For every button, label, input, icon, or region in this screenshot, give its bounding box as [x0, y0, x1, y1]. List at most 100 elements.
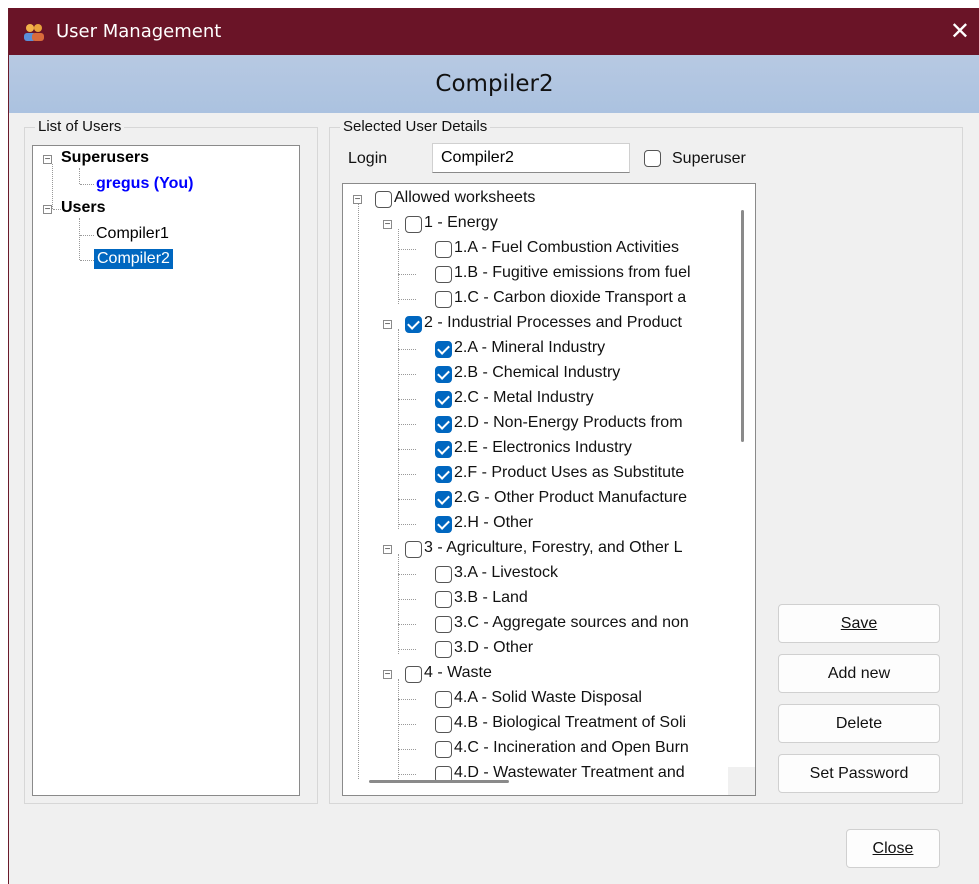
worksheet-item-2-8-checkbox[interactable]: [435, 516, 452, 533]
worksheet-group-2-collapse-icon[interactable]: −: [383, 320, 392, 330]
worksheet-item-2-5-checkbox[interactable]: [435, 441, 452, 458]
scroll-corner: [728, 767, 755, 795]
user-item-compiler2[interactable]: Compiler2: [94, 249, 173, 269]
worksheet-item-3-4-checkbox[interactable]: [435, 641, 452, 658]
tree-connector: [398, 679, 399, 779]
worksheet-item-4-2-checkbox[interactable]: [435, 716, 452, 733]
tree-connector: [398, 524, 416, 525]
tree-connector: [398, 229, 399, 304]
worksheet-item-3-1-checkbox[interactable]: [435, 566, 452, 583]
worksheet-item-2-3-checkbox[interactable]: [435, 391, 452, 408]
tree-connector: [398, 724, 416, 725]
worksheet-item-4-3-label: 4.C - Incineration and Open Burn: [454, 739, 689, 756]
worksheet-item-3-3-checkbox[interactable]: [435, 616, 452, 633]
worksheet-item-2-8-label: 2.H - Other: [454, 514, 534, 531]
worksheet-item-2-4-label: 2.D - Non-Energy Products from: [454, 414, 683, 431]
login-label: Login: [348, 150, 388, 167]
users-group-label: List of Users: [35, 118, 125, 135]
users-icon: [24, 24, 44, 41]
worksheet-item-4-1-checkbox[interactable]: [435, 691, 452, 708]
worksheet-item-2-4-checkbox[interactable]: [435, 416, 452, 433]
tree-connector: [398, 624, 416, 625]
tree-connector: [398, 599, 416, 600]
tree-connector: [398, 274, 416, 275]
worksheets-tree[interactable]: 4.D - Wastewater Treatment and 4.C - Inci…: [342, 183, 756, 796]
worksheet-item-1-2-label: 1.B - Fugitive emissions from fuel: [454, 264, 691, 281]
worksheet-group-1-collapse-icon[interactable]: −: [383, 220, 392, 230]
worksheet-item-2-6-label: 2.F - Product Uses as Substitute: [454, 464, 685, 481]
tree-connector: [398, 749, 416, 750]
vertical-scrollbar[interactable]: [741, 210, 744, 442]
worksheet-group-4-label: 4 - Waste: [424, 664, 492, 681]
worksheet-item-2-2-checkbox[interactable]: [435, 366, 452, 383]
worksheet-item-2-1-label: 2.A - Mineral Industry: [454, 339, 606, 356]
collapse-users-icon[interactable]: −: [43, 205, 52, 215]
tree-connector: [398, 774, 416, 775]
selected-user-banner: Compiler2: [9, 55, 979, 113]
user-item-compiler1[interactable]: Compiler1: [96, 225, 169, 243]
users-node[interactable]: Users: [61, 199, 105, 217]
tree-connector: [398, 249, 416, 250]
worksheet-item-1-3-checkbox[interactable]: [435, 291, 452, 308]
worksheet-group-3-label: 3 - Agriculture, Forestry, and Other L: [424, 539, 683, 556]
worksheet-item-3-2-label: 3.B - Land: [454, 589, 528, 606]
worksheet-group-4-collapse-icon[interactable]: −: [383, 670, 392, 680]
superuser-item-gregus[interactable]: gregus (You): [96, 175, 193, 193]
superusers-node[interactable]: Superusers: [61, 149, 149, 167]
worksheet-item-3-2-checkbox[interactable]: [435, 591, 452, 608]
superuser-checkbox[interactable]: [644, 150, 661, 167]
login-field[interactable]: [432, 143, 630, 173]
worksheet-item-4-1-label: 4.A - Solid Waste Disposal: [454, 689, 642, 706]
tree-connector: [398, 449, 416, 450]
window-title: User Management: [56, 21, 222, 42]
users-tree[interactable]: − Superusers gregus (You) − Users Compil…: [32, 145, 300, 796]
collapse-superusers-icon[interactable]: −: [43, 155, 52, 165]
close-button[interactable]: Close: [846, 829, 940, 868]
delete-button[interactable]: Delete: [778, 704, 940, 743]
tree-connector: [398, 574, 416, 575]
tree-connector: [358, 204, 359, 779]
title-bar: User Management ✕: [9, 8, 979, 55]
close-window-icon[interactable]: ✕: [950, 17, 970, 45]
worksheet-group-3-collapse-icon[interactable]: −: [383, 545, 392, 555]
superuser-label: Superuser: [672, 150, 746, 167]
add-new-button[interactable]: Add new: [778, 654, 940, 693]
worksheet-item-3-4-label: 3.D - Other: [454, 639, 534, 656]
tree-connector: [398, 349, 416, 350]
save-button[interactable]: Save: [778, 604, 940, 643]
worksheet-item-1-1-label: 1.A - Fuel Combustion Activities: [454, 239, 679, 256]
worksheet-item-4-3-checkbox[interactable]: [435, 741, 452, 758]
worksheet-group-4-checkbox[interactable]: [405, 666, 422, 683]
worksheet-item-2-1-checkbox[interactable]: [435, 341, 452, 358]
worksheet-item-3-3-label: 3.C - Aggregate sources and non: [454, 614, 689, 631]
worksheet-item-1-2-checkbox[interactable]: [435, 266, 452, 283]
worksheet-group-2-checkbox[interactable]: [405, 316, 422, 333]
worksheet-item-1-1-checkbox[interactable]: [435, 241, 452, 258]
worksheets-root-label: Allowed worksheets: [394, 189, 536, 206]
tree-connector: [398, 299, 416, 300]
worksheet-item-2-3-label: 2.C - Metal Industry: [454, 389, 594, 406]
worksheet-group-1-checkbox[interactable]: [405, 216, 422, 233]
worksheet-group-1-label: 1 - Energy: [424, 214, 498, 231]
worksheet-group-3-checkbox[interactable]: [405, 541, 422, 558]
set-password-button[interactable]: Set Password: [778, 754, 940, 793]
worksheet-item-2-5-label: 2.E - Electronics Industry: [454, 439, 632, 456]
tree-connector: [398, 399, 416, 400]
horizontal-scrollbar[interactable]: [369, 780, 509, 783]
worksheets-root-checkbox[interactable]: [375, 191, 392, 208]
worksheet-item-2-6-checkbox[interactable]: [435, 466, 452, 483]
worksheet-item-3-1-label: 3.A - Livestock: [454, 564, 559, 581]
save-button-label: Save: [840, 615, 878, 632]
close-button-label: Close: [872, 840, 914, 857]
worksheet-item-2-7-checkbox[interactable]: [435, 491, 452, 508]
details-group-label: Selected User Details: [340, 118, 491, 135]
worksheet-item-4-2-label: 4.B - Biological Treatment of Soli: [454, 714, 687, 731]
tree-connector: [398, 474, 416, 475]
worksheet-item-2-2-label: 2.B - Chemical Industry: [454, 364, 621, 381]
worksheet-item-2-7-label: 2.G - Other Product Manufacture: [454, 489, 687, 506]
tree-connector: [398, 649, 416, 650]
worksheets-root-collapse-icon[interactable]: −: [353, 195, 362, 205]
worksheet-group-2-label: 2 - Industrial Processes and Product: [424, 314, 682, 331]
worksheet-item-1-3-label: 1.C - Carbon dioxide Transport a: [454, 289, 687, 306]
tree-connector: [398, 554, 399, 654]
